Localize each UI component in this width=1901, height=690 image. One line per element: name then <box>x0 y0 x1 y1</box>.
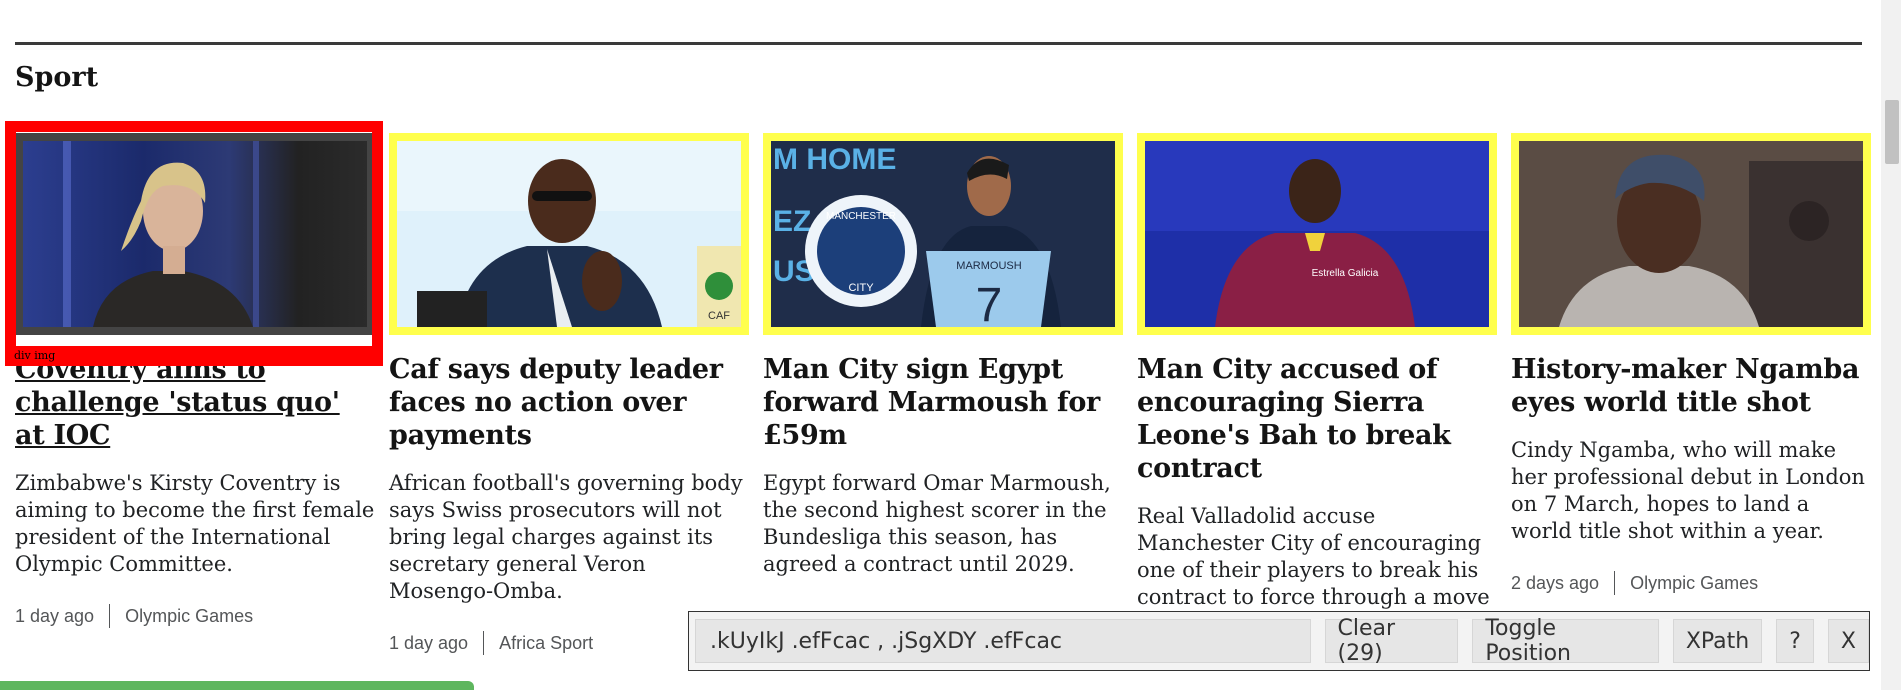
story-card[interactable]: M HOME EZ US MANCHESTER CITY MARMOUSH 7 … <box>763 133 1123 578</box>
badge-text: MANCHESTER <box>826 211 896 222</box>
story-image[interactable] <box>1511 133 1871 335</box>
page-progress-bar <box>0 681 474 690</box>
badge-text: CITY <box>848 282 874 294</box>
caf-logo-text: CAF <box>708 310 730 322</box>
story-image[interactable]: CAF <box>389 133 749 335</box>
marmoush-signing-photo: M HOME EZ US MANCHESTER CITY MARMOUSH 7 <box>771 141 1115 327</box>
ngamba-photo <box>1519 141 1863 327</box>
story-image[interactable]: M HOME EZ US MANCHESTER CITY MARMOUSH 7 <box>763 133 1123 335</box>
story-card[interactable]: CAF Caf says deputy leader faces no acti… <box>389 133 749 655</box>
story-image[interactable]: Estrella Galicia <box>1137 133 1497 335</box>
scrollbar-thumb[interactable] <box>1885 100 1899 164</box>
section-title: Sport <box>15 62 99 93</box>
story-topic-link[interactable]: Olympic Games <box>125 606 253 627</box>
coventry-photo <box>23 141 367 327</box>
selected-element-label: div img <box>12 349 58 362</box>
story-headline[interactable]: Man City accused of encouraging Sierra L… <box>1137 353 1497 485</box>
bah-photo: Estrella Galicia <box>1145 141 1489 327</box>
story-headline[interactable]: History-maker Ngamba eyes world title sh… <box>1511 353 1871 419</box>
story-topic-link[interactable]: Africa Sport <box>499 633 593 654</box>
sponsor-text: Estrella Galicia <box>1312 268 1379 279</box>
toggle-position-button[interactable]: Toggle Position <box>1472 616 1659 666</box>
story-summary: Cindy Ngamba, who will make her professi… <box>1511 438 1865 543</box>
meta-divider <box>109 604 111 628</box>
selector-toolbar: .kUyIkJ .efFcac , .jSgXDY .efFcac Clear … <box>688 611 1870 671</box>
meta-divider <box>1614 571 1616 595</box>
story-timestamp: 2 days ago <box>1511 572 1600 593</box>
caf-official-photo: CAF <box>397 141 741 327</box>
section-rule <box>15 42 1862 45</box>
close-button[interactable]: X <box>1827 619 1869 663</box>
selector-query-input[interactable]: .kUyIkJ .efFcac , .jSgXDY .efFcac <box>695 619 1311 663</box>
wall-text: M HOME <box>773 143 896 176</box>
story-card[interactable]: History-maker Ngamba eyes world title sh… <box>1511 133 1871 595</box>
story-summary: African football's governing body says S… <box>389 471 743 603</box>
story-topic-link[interactable]: Olympic Games <box>1630 573 1758 594</box>
story-summary: Zimbabwe's Kirsty Coventry is aiming to … <box>15 471 375 576</box>
wall-text: EZ <box>773 205 811 238</box>
page-scrollbar[interactable] <box>1881 0 1901 690</box>
story-timestamp: 1 day ago <box>15 605 95 626</box>
story-timestamp: 1 day ago <box>389 632 469 653</box>
story-summary: Egypt forward Omar Marmoush, the second … <box>763 471 1111 576</box>
xpath-button[interactable]: XPath <box>1672 619 1763 663</box>
story-meta: 1 day ago Olympic Games <box>15 604 375 628</box>
story-meta: 2 days ago Olympic Games <box>1511 571 1871 595</box>
selected-element-label-bg <box>5 346 383 366</box>
shirt-name: MARMOUSH <box>956 260 1021 272</box>
story-card[interactable]: Coventry aims to challenge 'status quo' … <box>15 133 375 628</box>
story-headline[interactable]: Coventry aims to challenge 'status quo' … <box>15 353 375 452</box>
clear-button[interactable]: Clear (29) <box>1324 616 1459 666</box>
shirt-number: 7 <box>976 279 1003 327</box>
help-button[interactable]: ? <box>1776 619 1814 663</box>
story-card[interactable]: Estrella Galicia Man City accused of enc… <box>1137 133 1497 638</box>
story-image[interactable] <box>15 133 375 335</box>
meta-divider <box>483 631 485 655</box>
story-headline[interactable]: Caf says deputy leader faces no action o… <box>389 353 749 452</box>
story-headline[interactable]: Man City sign Egypt forward Marmoush for… <box>763 353 1123 452</box>
